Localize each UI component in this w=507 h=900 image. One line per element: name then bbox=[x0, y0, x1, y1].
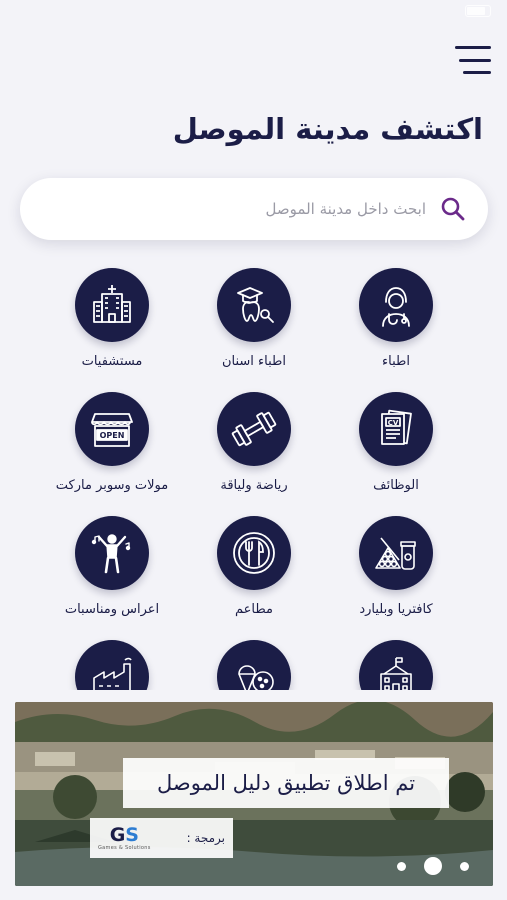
page-title: اكتشف مدينة الموصل bbox=[172, 112, 483, 146]
category-label: اعراس ومناسبات bbox=[64, 602, 160, 617]
sweets-icon bbox=[238, 665, 274, 690]
status-bar bbox=[0, 0, 507, 22]
banner-headline: تم اطلاق تطبيق دليل الموصل bbox=[123, 758, 449, 808]
plate-cutlery-icon bbox=[233, 532, 275, 574]
category-hospitals[interactable]: مستشفيات bbox=[41, 268, 183, 369]
developer-credit: برمجة : GS Games & Solutions bbox=[90, 818, 233, 858]
category-cafe-billiard[interactable]: كافتريا وبليارد bbox=[325, 516, 467, 617]
gs-logo: GS Games & Solutions bbox=[98, 823, 151, 851]
menu-button[interactable] bbox=[451, 46, 491, 74]
svg-text:OPEN: OPEN bbox=[100, 431, 125, 440]
factory-icon bbox=[93, 657, 132, 690]
category-label: اطباء bbox=[382, 354, 410, 369]
promo-banner[interactable]: تم اطلاق تطبيق دليل الموصل برمجة : GS Ga… bbox=[15, 702, 493, 886]
category-label: اطباء اسنان bbox=[221, 354, 287, 369]
category-doctors[interactable]: اطباء bbox=[325, 268, 467, 369]
category-grid: اطباء اطباء اسنان مستشفيات CV الوظائف ري… bbox=[0, 262, 507, 690]
carousel-dots bbox=[397, 857, 469, 875]
search-bar[interactable] bbox=[20, 178, 488, 240]
category-label: رياضة ولياقة bbox=[220, 478, 288, 493]
open-store-icon: OPEN bbox=[91, 413, 133, 447]
category-label: مطاعم bbox=[235, 602, 273, 617]
category-restaurants[interactable]: مطاعم bbox=[183, 516, 325, 617]
category-malls[interactable]: OPEN مولات وسوبر ماركت bbox=[41, 392, 183, 493]
cv-icon: CV bbox=[381, 409, 412, 445]
menu-icon-bar bbox=[459, 58, 491, 62]
search-icon[interactable] bbox=[440, 196, 466, 222]
menu-icon-bar bbox=[455, 46, 491, 49]
category-dentists[interactable]: اطباء اسنان bbox=[183, 268, 325, 369]
category-sports[interactable]: رياضة ولياقة bbox=[183, 392, 325, 493]
category-factories[interactable] bbox=[41, 640, 183, 690]
carousel-dot[interactable] bbox=[460, 861, 469, 871]
hospital-icon bbox=[93, 285, 131, 323]
carousel-dot-active[interactable] bbox=[424, 857, 442, 875]
category-label: مولات وسوبر ماركت bbox=[55, 478, 169, 493]
doctor-icon bbox=[382, 287, 410, 327]
category-label: كافتريا وبليارد bbox=[359, 602, 433, 617]
credit-label: برمجة : bbox=[186, 831, 225, 845]
dancer-icon bbox=[91, 534, 131, 574]
dentist-icon bbox=[237, 287, 274, 323]
category-label: مستشفيات bbox=[81, 354, 143, 369]
category-sweets[interactable] bbox=[183, 640, 325, 690]
category-jobs[interactable]: CV الوظائف bbox=[325, 392, 467, 493]
carousel-dot[interactable] bbox=[397, 861, 406, 871]
school-icon bbox=[380, 657, 412, 690]
svg-text:CV: CV bbox=[388, 419, 399, 427]
battery-icon bbox=[465, 5, 491, 17]
category-schools[interactable] bbox=[325, 640, 467, 690]
dumbbell-icon bbox=[231, 411, 277, 447]
category-weddings[interactable]: اعراس ومناسبات bbox=[41, 516, 183, 617]
billiard-coffee-icon bbox=[375, 537, 416, 570]
menu-icon-bar bbox=[463, 71, 491, 74]
search-input[interactable] bbox=[42, 200, 426, 218]
category-label: الوظائف bbox=[373, 478, 419, 493]
